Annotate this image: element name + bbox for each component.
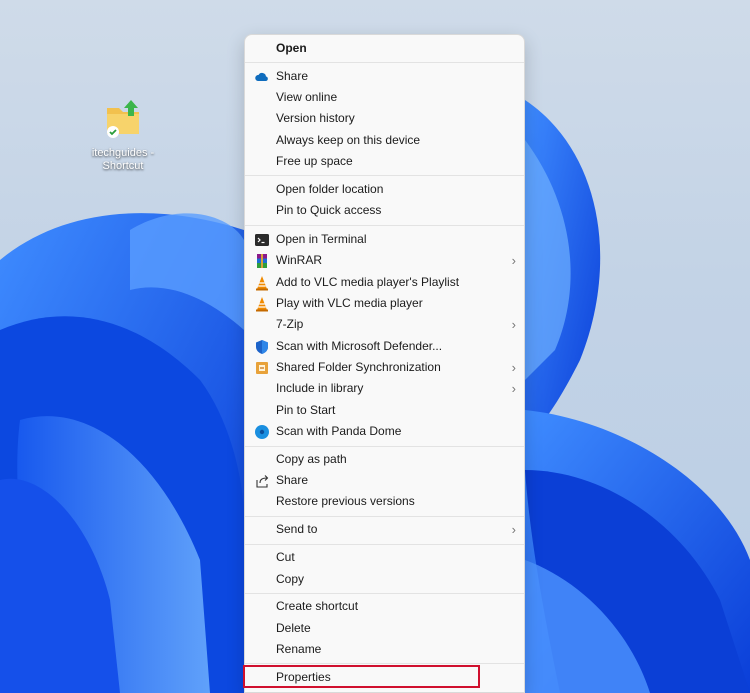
menu-item-scan-defender[interactable]: Scan with Microsoft Defender...: [249, 336, 520, 357]
chevron-right-icon: ›: [511, 317, 516, 332]
menu-item-copy[interactable]: Copy: [249, 569, 520, 590]
menu-item-delete[interactable]: Delete: [249, 618, 520, 639]
chevron-right-icon: ›: [511, 522, 516, 537]
sync-folder-icon: [256, 362, 268, 374]
menu-item-vlc-play[interactable]: Play with VLC media player: [249, 293, 520, 314]
context-menu: Open Share View online Version history A…: [244, 34, 525, 693]
menu-separator: [245, 175, 524, 176]
menu-item-include-library[interactable]: Include in library ›: [249, 378, 520, 399]
menu-item-restore-versions[interactable]: Restore previous versions: [249, 491, 520, 512]
panda-dome-icon: [255, 425, 269, 439]
chevron-right-icon: ›: [511, 381, 516, 396]
chevron-right-icon: ›: [511, 360, 516, 375]
menu-separator: [245, 62, 524, 63]
menu-item-pin-start[interactable]: Pin to Start: [249, 400, 520, 421]
vlc-cone-icon: [256, 276, 268, 291]
menu-separator: [245, 663, 524, 664]
properties-highlight-box: [243, 665, 480, 688]
share-icon: [256, 475, 269, 488]
onedrive-cloud-icon: [255, 72, 268, 81]
menu-item-open-folder-location[interactable]: Open folder location: [249, 179, 520, 200]
shortcut-label: itechguides - Shortcut: [91, 147, 155, 172]
menu-item-rename[interactable]: Rename: [249, 639, 520, 660]
folder-icon: [107, 100, 139, 138]
menu-item-open[interactable]: Open: [249, 38, 520, 59]
menu-item-vlc-playlist[interactable]: Add to VLC media player's Playlist: [249, 272, 520, 293]
winrar-icon: [257, 254, 267, 268]
menu-item-send-to[interactable]: Send to ›: [249, 519, 520, 540]
desktop-shortcut[interactable]: itechguides - Shortcut: [84, 96, 162, 173]
defender-shield-icon: [256, 340, 268, 354]
menu-item-copy-as-path[interactable]: Copy as path: [249, 449, 520, 470]
menu-item-winrar[interactable]: WinRAR ›: [249, 250, 520, 271]
menu-item-view-online[interactable]: View online: [249, 87, 520, 108]
menu-item-share-onedrive[interactable]: Share: [249, 66, 520, 87]
menu-item-shared-folder-sync[interactable]: Shared Folder Synchronization ›: [249, 357, 520, 378]
menu-item-cut[interactable]: Cut: [249, 547, 520, 568]
menu-separator: [245, 593, 524, 594]
menu-item-7zip[interactable]: 7-Zip ›: [249, 314, 520, 335]
terminal-icon: [255, 234, 269, 246]
vlc-cone-icon: [256, 297, 268, 312]
menu-separator: [245, 544, 524, 545]
menu-separator: [245, 516, 524, 517]
menu-item-create-shortcut[interactable]: Create shortcut: [249, 596, 520, 617]
menu-item-always-keep[interactable]: Always keep on this device: [249, 130, 520, 151]
menu-item-open-terminal[interactable]: Open in Terminal: [249, 229, 520, 250]
menu-separator: [245, 446, 524, 447]
menu-item-share[interactable]: Share: [249, 470, 520, 491]
menu-separator: [245, 225, 524, 226]
menu-item-free-up-space[interactable]: Free up space: [249, 151, 520, 172]
menu-item-scan-panda[interactable]: Scan with Panda Dome: [249, 421, 520, 442]
menu-item-version-history[interactable]: Version history: [249, 108, 520, 129]
menu-item-pin-quick-access[interactable]: Pin to Quick access: [249, 200, 520, 221]
chevron-right-icon: ›: [511, 253, 516, 268]
